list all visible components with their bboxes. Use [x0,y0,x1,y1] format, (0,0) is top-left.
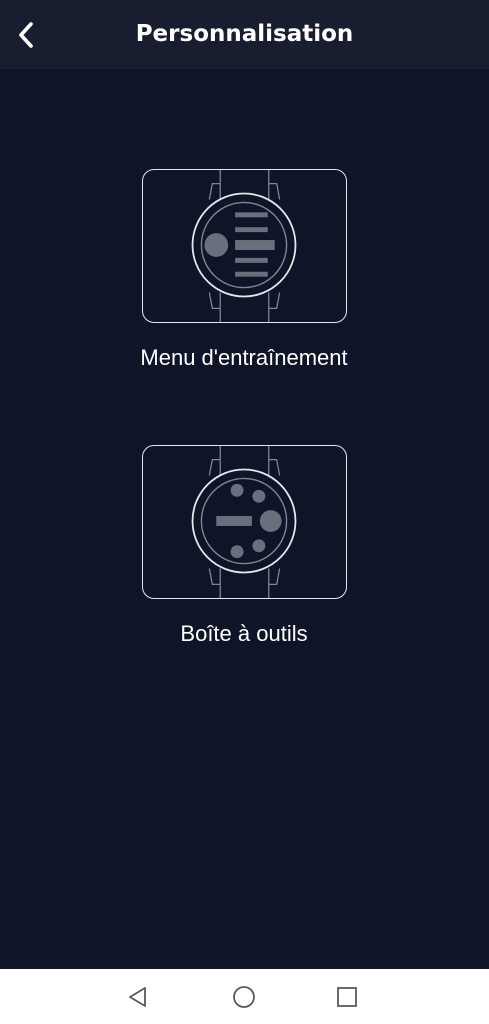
system-home-button[interactable] [226,979,262,1015]
circle-home-icon [233,986,255,1008]
watch-training-menu-icon [191,170,296,322]
back-button[interactable] [6,14,48,56]
toolbox-card[interactable] [141,445,347,599]
page-title: Personnalisation [135,21,354,47]
system-back-button[interactable] [120,979,156,1015]
toolbox-option[interactable]: Boîte à outils [94,445,394,647]
app-bar: Personnalisation [0,0,489,69]
training-menu-option[interactable]: Menu d'entraînement [94,169,394,371]
training-menu-label: Menu d'entraînement [140,345,348,370]
system-nav-bar [0,969,489,1024]
system-recents-button[interactable] [329,979,365,1015]
triangle-back-icon [129,987,146,1007]
personalization-screen: Personnalisation Menu d'entraînement Boî… [0,0,489,1024]
chevron-left-icon [19,22,33,48]
square-recents-icon [337,987,357,1007]
toolbox-label: Boîte à outils [180,621,308,646]
training-menu-card[interactable] [141,169,347,323]
watch-toolbox-icon [191,446,296,598]
